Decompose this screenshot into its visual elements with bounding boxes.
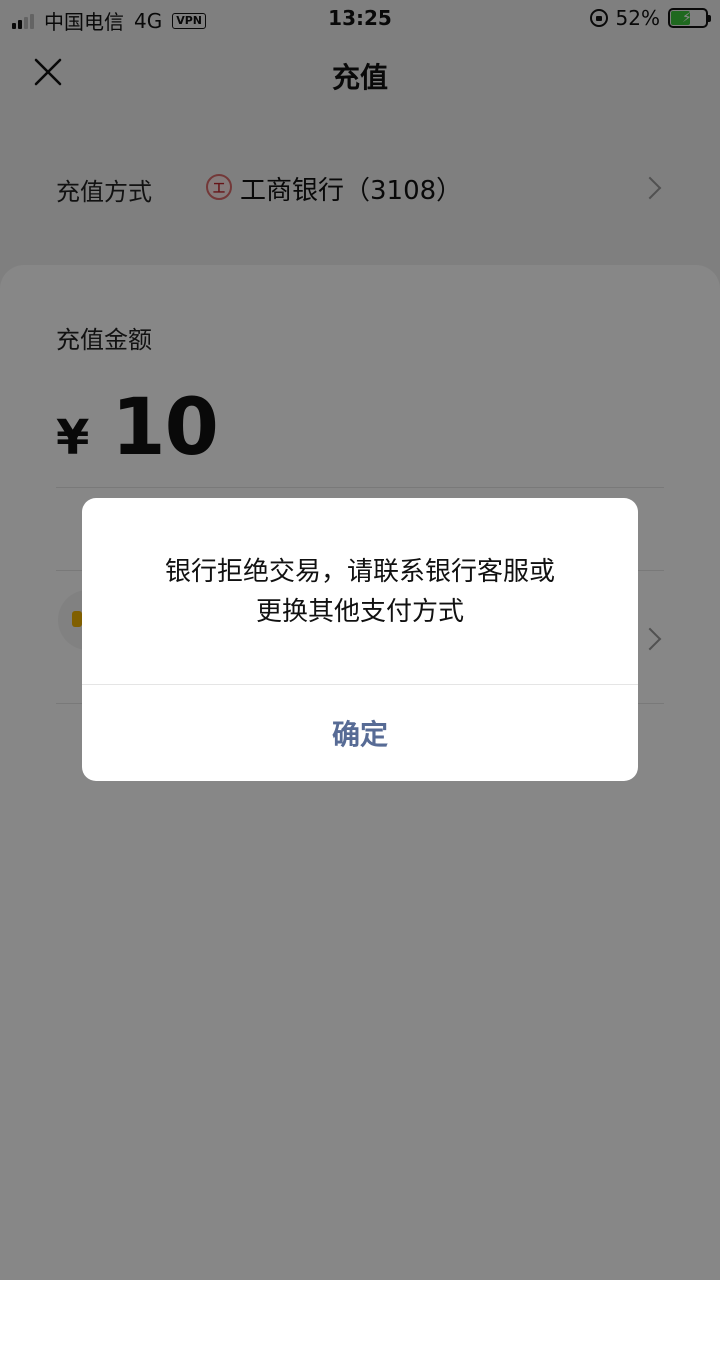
- dialog-message: 银行拒绝交易，请联系银行客服或 更换其他支付方式: [112, 552, 608, 632]
- alert-dialog: 银行拒绝交易，请联系银行客服或 更换其他支付方式 确定: [82, 498, 638, 781]
- dialog-message-line: 银行拒绝交易，请联系银行客服或: [164, 557, 555, 587]
- confirm-button[interactable]: 确定: [82, 685, 638, 781]
- dialog-message-line: 更换其他支付方式: [255, 597, 464, 627]
